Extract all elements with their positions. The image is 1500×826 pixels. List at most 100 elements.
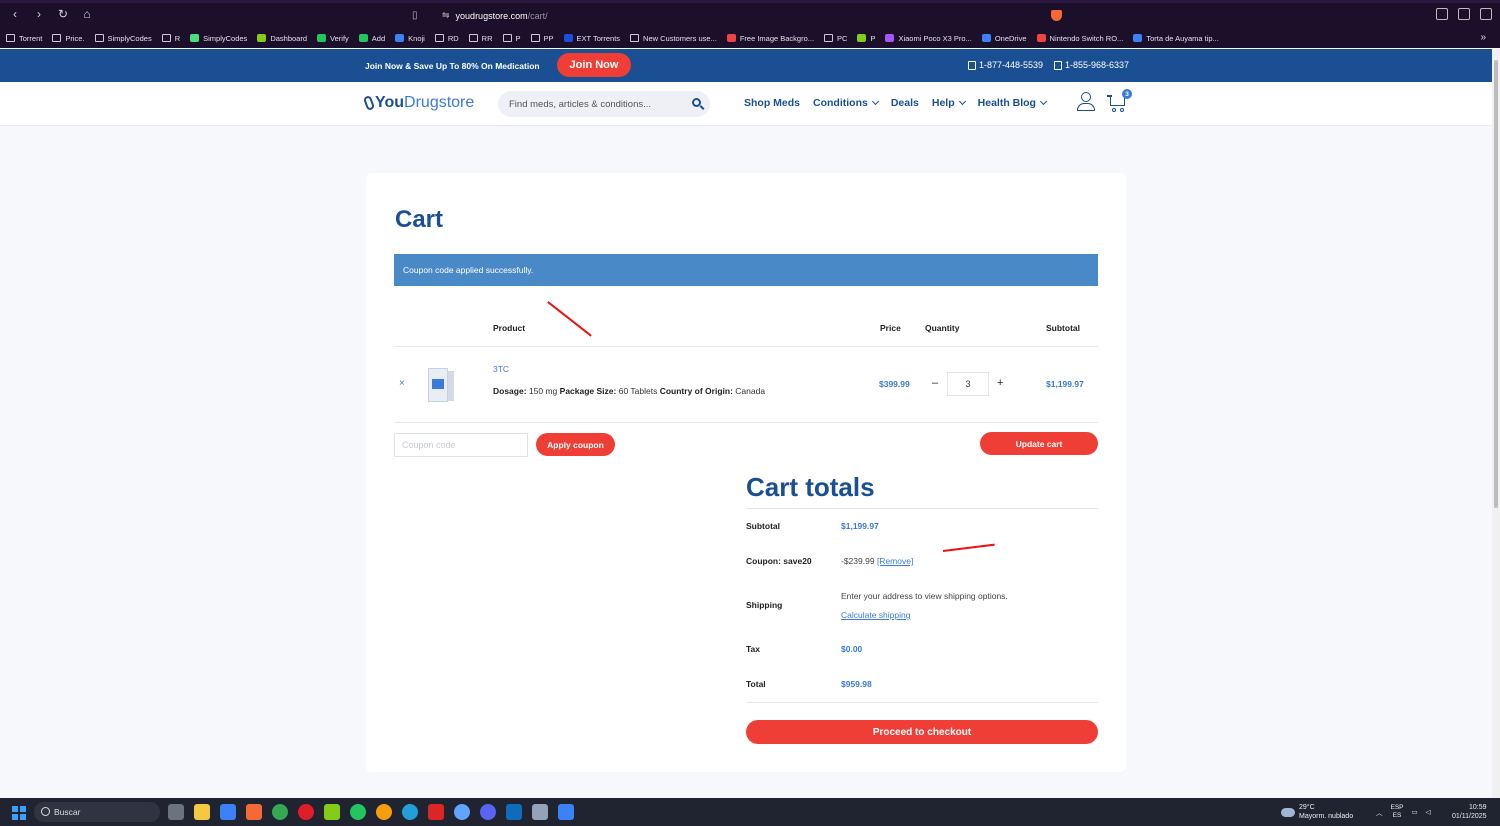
telegram-icon[interactable] xyxy=(402,804,418,820)
app-icon[interactable] xyxy=(324,804,340,820)
quantity-input[interactable]: 3 xyxy=(947,372,989,396)
forward-icon[interactable]: › xyxy=(32,7,46,21)
profile-icon[interactable] xyxy=(1458,8,1470,20)
bookmark-item[interactable]: R xyxy=(161,34,180,43)
bookmark-icon xyxy=(317,34,327,42)
brave-shield-icon[interactable] xyxy=(1051,10,1062,21)
site-logo[interactable]: You Drugstore xyxy=(362,94,474,112)
update-cart-button[interactable]: Update cart xyxy=(980,432,1098,455)
proceed-to-checkout-button[interactable]: Proceed to checkout xyxy=(746,720,1098,744)
remove-item-icon[interactable]: × xyxy=(399,378,405,389)
coupon-value: -$239.99 xyxy=(841,556,875,566)
bookmark-item[interactable]: RR xyxy=(468,34,493,43)
store-icon[interactable] xyxy=(220,804,236,820)
bookmark-icon xyxy=(161,34,171,42)
remove-coupon-link[interactable]: [Remove] xyxy=(877,556,913,566)
bookmark-item[interactable]: EXT Torrents xyxy=(563,34,620,43)
col-quantity: Quantity xyxy=(925,323,960,333)
bookmark-item[interactable]: Torrent xyxy=(6,34,42,43)
bookmark-item[interactable]: RD xyxy=(434,34,459,43)
bookmark-item[interactable]: SimplyCodes xyxy=(94,34,152,43)
app-icon[interactable] xyxy=(454,804,470,820)
home-icon[interactable]: ⌂ xyxy=(80,7,94,21)
bookmark-icon xyxy=(824,34,834,42)
account-icon[interactable] xyxy=(1077,92,1095,111)
bookmark-item[interactable]: Price. xyxy=(52,34,85,43)
opera-icon[interactable] xyxy=(298,804,314,820)
bookmark-item[interactable]: New Customers use... xyxy=(630,34,717,43)
bookmark-item[interactable]: Knoji xyxy=(395,34,425,43)
nav-health-blog[interactable]: Health Blog xyxy=(978,97,1048,109)
file-explorer-icon[interactable] xyxy=(194,804,210,820)
page-scrollbar[interactable] xyxy=(1492,49,1500,798)
site-info-icon[interactable]: ⇋ xyxy=(442,10,450,21)
bookmark-item[interactable]: Free Image Backgro... xyxy=(726,34,814,43)
item-subtotal: $1,199.97 xyxy=(1046,379,1084,389)
fax-icon xyxy=(1054,60,1062,70)
join-now-button[interactable]: Join Now xyxy=(557,53,631,77)
bookmark-item[interactable]: Nintendo Switch RO... xyxy=(1036,34,1123,43)
windows-start-icon[interactable] xyxy=(12,806,26,820)
more-bookmarks-icon[interactable]: » xyxy=(1480,32,1486,43)
chrome-icon[interactable] xyxy=(272,804,288,820)
menu-icon[interactable] xyxy=(1480,8,1492,20)
bookmark-icon[interactable]: ▯ xyxy=(412,10,428,21)
bookmark-item[interactable]: PP xyxy=(530,34,554,43)
network-icon[interactable]: ▭ xyxy=(1412,808,1418,816)
tab-strip xyxy=(0,0,1500,3)
coupon-row: -$239.99 [Remove] xyxy=(841,556,913,566)
chevron-up-icon[interactable]: ︿ xyxy=(1376,807,1383,817)
bookmark-item[interactable]: Torta de Auyama tip... xyxy=(1133,34,1219,43)
app-64-icon[interactable] xyxy=(428,804,444,820)
volume-icon[interactable]: ◁ xyxy=(1426,808,1431,816)
bookmark-item[interactable]: P xyxy=(502,34,521,43)
search-icon[interactable] xyxy=(692,98,701,107)
scrollbar-thumb[interactable] xyxy=(1494,60,1498,508)
item-price: $399.99 xyxy=(879,379,910,389)
bookmark-item[interactable]: P xyxy=(857,34,875,43)
phone-1[interactable]: 1-877-448-5539 xyxy=(968,60,1043,70)
bookmark-label: Torta de Auyama tip... xyxy=(1146,33,1219,43)
app-icon[interactable] xyxy=(376,804,392,820)
outlook-icon[interactable] xyxy=(506,804,522,820)
bookmark-item[interactable]: Add xyxy=(358,34,385,43)
calculate-shipping-link[interactable]: Calculate shipping xyxy=(841,610,910,620)
language-indicator[interactable]: ESP ES xyxy=(1391,804,1404,821)
snipping-icon[interactable] xyxy=(558,804,574,820)
product-thumbnail[interactable] xyxy=(428,365,454,403)
coupon-code-input[interactable] xyxy=(394,433,528,457)
quantity-decrease-button[interactable]: – xyxy=(932,377,938,389)
whatsapp-icon[interactable] xyxy=(350,804,366,820)
taskbar-search[interactable]: Buscar xyxy=(34,802,160,822)
search-input[interactable] xyxy=(509,98,685,110)
reload-icon[interactable]: ↻ xyxy=(56,7,70,21)
bookmark-item[interactable]: OneDrive xyxy=(981,34,1027,43)
taskview-icon[interactable] xyxy=(168,804,184,820)
calculator-icon[interactable] xyxy=(532,804,548,820)
sidebar-icon[interactable] xyxy=(1436,8,1448,20)
discord-icon[interactable] xyxy=(480,804,496,820)
quantity-increase-button[interactable]: + xyxy=(997,377,1003,389)
bookmark-item[interactable]: Verify xyxy=(317,34,349,43)
url-host: youdrugstore.com xyxy=(455,10,528,21)
bookmark-item[interactable]: Dashboard xyxy=(257,34,307,43)
clock[interactable]: 10:59 01/11/2025 xyxy=(1452,803,1487,822)
bookmark-item[interactable]: SimplyCodes xyxy=(190,34,247,43)
address-bar[interactable]: ▯ ⇋ youdrugstore.com /cart/ xyxy=(412,6,1050,25)
nav-shop-meds[interactable]: Shop Meds xyxy=(744,97,800,109)
nav-deals[interactable]: Deals xyxy=(891,97,919,109)
bookmark-item[interactable]: PC xyxy=(824,34,847,43)
bookmark-icon xyxy=(52,34,62,42)
browser-right-controls xyxy=(1436,8,1492,20)
clock-date: 01/11/2025 xyxy=(1452,813,1487,821)
nav-conditions[interactable]: Conditions xyxy=(813,97,879,109)
back-icon[interactable]: ‹ xyxy=(8,7,22,21)
weather-widget[interactable]: 29°C Mayorm. nublado xyxy=(1281,803,1353,821)
weather-temp: 29°C xyxy=(1299,804,1315,811)
phone-2[interactable]: 1-855-968-6337 xyxy=(1054,60,1129,70)
nav-help[interactable]: Help xyxy=(932,97,966,109)
brave-icon[interactable] xyxy=(246,804,262,820)
bookmark-item[interactable]: Xiaomi Poco X3 Pro... xyxy=(885,34,972,43)
apply-coupon-button[interactable]: Apply coupon xyxy=(536,433,615,456)
product-name-link[interactable]: 3TC xyxy=(493,364,509,374)
